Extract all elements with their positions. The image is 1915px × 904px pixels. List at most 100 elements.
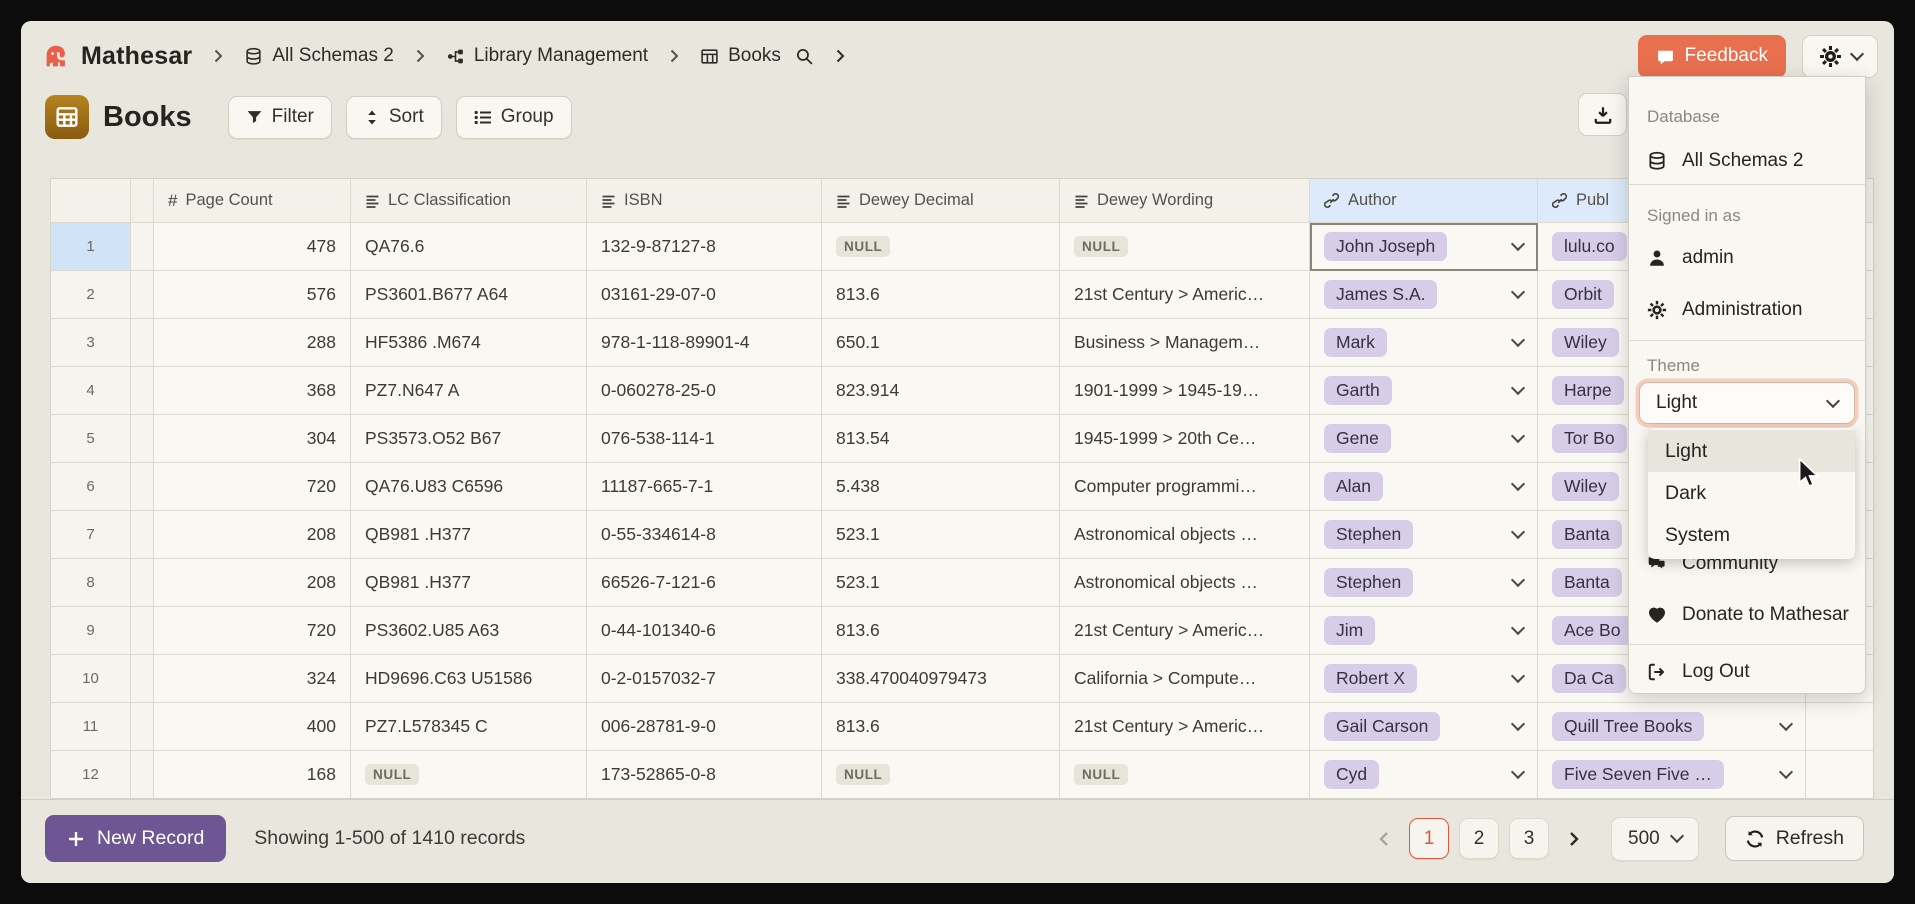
row-number[interactable]: 7 — [51, 511, 131, 559]
cell-author[interactable]: Garth — [1310, 367, 1538, 415]
cell-dewey-wording[interactable]: 21st Century > Americ… — [1060, 271, 1310, 319]
chevron-down-icon[interactable] — [1511, 429, 1525, 443]
cell-page-count[interactable]: 208 — [154, 511, 351, 559]
cell-dewey-decimal[interactable]: 650.1 — [822, 319, 1060, 367]
page-size-select[interactable]: 500 — [1611, 817, 1699, 861]
row-number[interactable]: 1 — [51, 223, 131, 271]
cell-author[interactable]: James S.A. — [1310, 271, 1538, 319]
chevron-down-icon[interactable] — [1511, 381, 1525, 395]
cell-lc-classification[interactable]: QA76.6 — [351, 223, 587, 271]
chevron-down-icon[interactable] — [1511, 525, 1525, 539]
cell-isbn[interactable]: 03161-29-07-0 — [587, 271, 822, 319]
cell-dewey-decimal[interactable]: 338.470040979473 — [822, 655, 1060, 703]
cell-dewey-wording[interactable]: NULL — [1060, 751, 1310, 799]
feedback-button[interactable]: Feedback — [1638, 35, 1786, 78]
cell-page-count[interactable]: 288 — [154, 319, 351, 367]
cell-lc-classification[interactable]: PS3602.U85 A63 — [351, 607, 587, 655]
cell-publisher[interactable]: Five Seven Five … — [1538, 751, 1806, 799]
page-button-1[interactable]: 1 — [1409, 818, 1449, 859]
column-header-page-count[interactable]: # Page Count — [154, 179, 351, 223]
cell-page-count[interactable]: 168 — [154, 751, 351, 799]
cell-page-count[interactable]: 208 — [154, 559, 351, 607]
cell-isbn[interactable]: 132-9-87127-8 — [587, 223, 822, 271]
breadcrumb-item-database[interactable]: All Schemas 2 — [244, 45, 393, 67]
cell-lc-classification[interactable]: PS3573.O52 B67 — [351, 415, 587, 463]
row-number[interactable]: 4 — [51, 367, 131, 415]
cell-isbn[interactable]: 173-52865-0-8 — [587, 751, 822, 799]
row-number[interactable]: 9 — [51, 607, 131, 655]
cell-author[interactable]: Alan — [1310, 463, 1538, 511]
cell-lc-classification[interactable]: HF5386 .M674 — [351, 319, 587, 367]
cell-lc-classification[interactable]: QA76.U83 C6596 — [351, 463, 587, 511]
cell-dewey-wording[interactable]: 1945-1999 > 20th Ce… — [1060, 415, 1310, 463]
cell-dewey-decimal[interactable]: 523.1 — [822, 559, 1060, 607]
theme-option-dark[interactable]: Dark — [1648, 472, 1855, 514]
cell-page-count[interactable]: 304 — [154, 415, 351, 463]
breadcrumb-item-table[interactable]: Books — [700, 45, 781, 67]
sort-button[interactable]: Sort — [346, 96, 442, 139]
cell-author-selected[interactable]: John Joseph — [1310, 223, 1538, 271]
cell-isbn[interactable]: 006-28781-9-0 — [587, 703, 822, 751]
cell-isbn[interactable]: 978-1-118-89901-4 — [587, 319, 822, 367]
row-number[interactable]: 3 — [51, 319, 131, 367]
chevron-down-icon[interactable] — [1511, 285, 1525, 299]
row-number[interactable]: 2 — [51, 271, 131, 319]
chevron-down-icon[interactable] — [1511, 573, 1525, 587]
cell-dewey-wording[interactable]: 21st Century > Americ… — [1060, 703, 1310, 751]
cell-dewey-wording[interactable]: 21st Century > Americ… — [1060, 607, 1310, 655]
theme-select[interactable]: Light — [1639, 382, 1855, 424]
menu-item-donate[interactable]: Donate to Mathesar — [1629, 593, 1865, 637]
column-header-author[interactable]: Author — [1310, 179, 1538, 223]
cell-dewey-decimal[interactable]: 523.1 — [822, 511, 1060, 559]
cell-isbn[interactable]: 076-538-114-1 — [587, 415, 822, 463]
chevron-down-icon[interactable] — [1511, 237, 1525, 251]
breadcrumb-expand-chevron-icon[interactable] — [832, 48, 848, 64]
cell-page-count[interactable]: 720 — [154, 463, 351, 511]
cell-author[interactable]: Cyd — [1310, 751, 1538, 799]
chevron-down-icon[interactable] — [1511, 669, 1525, 683]
cell-isbn[interactable]: 0-060278-25-0 — [587, 367, 822, 415]
settings-gear-button[interactable] — [1802, 35, 1878, 78]
cell-dewey-decimal[interactable]: NULL — [822, 223, 1060, 271]
previous-page-chevron-icon[interactable] — [1369, 819, 1399, 859]
theme-option-light[interactable]: Light — [1648, 430, 1855, 472]
cell-dewey-decimal[interactable]: 813.6 — [822, 271, 1060, 319]
cell-dewey-wording[interactable]: 1901-1999 > 1945-19… — [1060, 367, 1310, 415]
cell-lc-classification[interactable]: HD9696.C63 U51586 — [351, 655, 587, 703]
new-record-button[interactable]: New Record — [45, 815, 226, 862]
cell-dewey-decimal[interactable]: NULL — [822, 751, 1060, 799]
cell-page-count[interactable]: 400 — [154, 703, 351, 751]
menu-item-logout[interactable]: Log Out — [1629, 650, 1865, 694]
cell-isbn[interactable]: 0-2-0157032-7 — [587, 655, 822, 703]
cell-page-count[interactable]: 368 — [154, 367, 351, 415]
cell-page-count[interactable]: 720 — [154, 607, 351, 655]
cell-author[interactable]: Robert X — [1310, 655, 1538, 703]
cell-dewey-decimal[interactable]: 813.6 — [822, 607, 1060, 655]
cell-dewey-wording[interactable]: Astronomical objects … — [1060, 559, 1310, 607]
cell-lc-classification[interactable]: QB981 .H377 — [351, 511, 587, 559]
refresh-button[interactable]: Refresh — [1725, 816, 1864, 861]
cell-publisher[interactable]: Quill Tree Books — [1538, 703, 1806, 751]
cell-dewey-decimal[interactable]: 5.438 — [822, 463, 1060, 511]
cell-dewey-wording[interactable]: Computer programmi… — [1060, 463, 1310, 511]
cell-author[interactable]: Gail Carson — [1310, 703, 1538, 751]
row-number[interactable]: 5 — [51, 415, 131, 463]
cell-dewey-decimal[interactable]: 813.6 — [822, 703, 1060, 751]
cell-lc-classification[interactable]: QB981 .H377 — [351, 559, 587, 607]
menu-item-user[interactable]: admin — [1629, 236, 1865, 280]
menu-item-administration[interactable]: Administration — [1629, 288, 1865, 332]
chevron-down-icon[interactable] — [1779, 717, 1793, 731]
page-button-2[interactable]: 2 — [1459, 818, 1499, 859]
cell-lc-classification[interactable]: PZ7.L578345 C — [351, 703, 587, 751]
brand[interactable]: Mathesar — [41, 41, 192, 71]
group-button[interactable]: Group — [456, 96, 572, 139]
row-number[interactable]: 10 — [51, 655, 131, 703]
cell-author[interactable]: Stephen — [1310, 511, 1538, 559]
column-header-isbn[interactable]: ISBN — [587, 179, 822, 223]
chevron-down-icon[interactable] — [1511, 333, 1525, 347]
cell-isbn[interactable]: 66526-7-121-6 — [587, 559, 822, 607]
cell-dewey-wording[interactable]: NULL — [1060, 223, 1310, 271]
cell-lc-classification[interactable]: PS3601.B677 A64 — [351, 271, 587, 319]
chevron-down-icon[interactable] — [1779, 765, 1793, 779]
cell-isbn[interactable]: 0-55-334614-8 — [587, 511, 822, 559]
